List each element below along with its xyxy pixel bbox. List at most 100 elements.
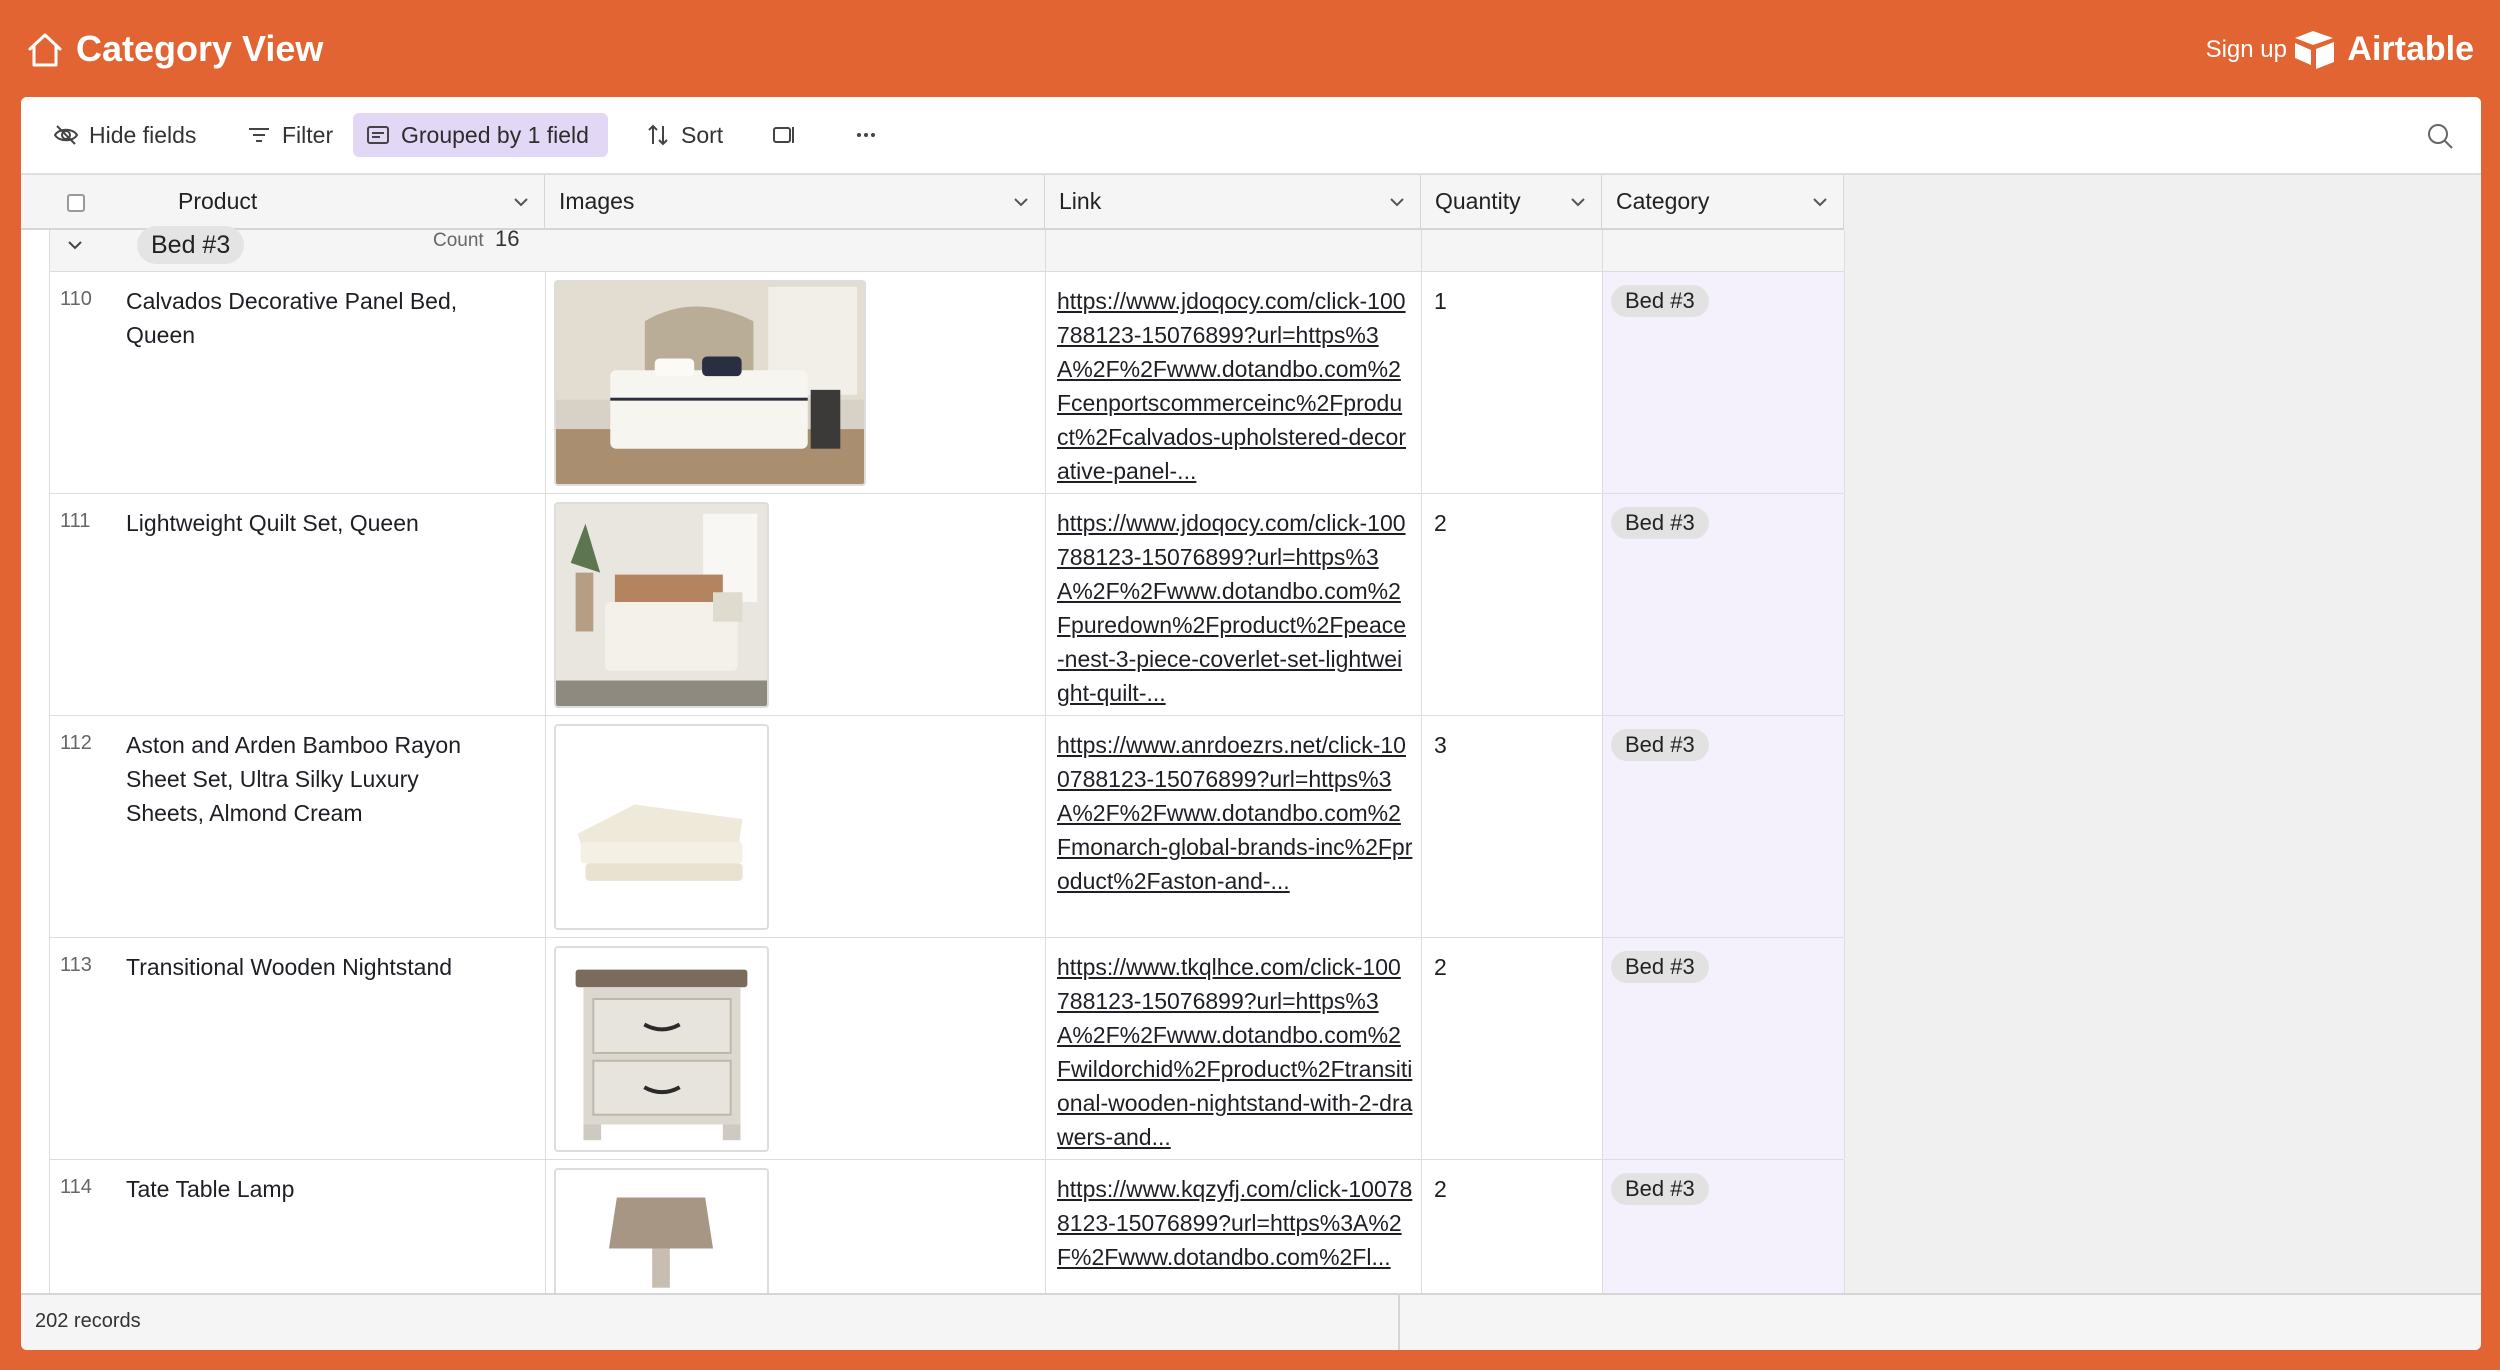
link-cell[interactable]: https://www.jdoqocy.com/click-100788123-… [1046,272,1422,493]
product-link[interactable]: https://www.anrdoezrs.net/click-10078812… [1057,728,1413,898]
view-toolbar: Hide fields Filter Grouped by 1 field So… [21,97,2481,175]
more-options-button[interactable] [841,113,891,157]
group-header[interactable]: Bed #3 Count 16 [49,226,1845,272]
table-row[interactable]: 111 Lightweight Quilt Set, Queen https:/… [49,494,1845,716]
product-image-quilt[interactable] [554,502,769,708]
link-cell[interactable]: https://www.tkqlhce.com/click-100788123-… [1046,938,1422,1159]
product-link[interactable]: https://www.tkqlhce.com/click-100788123-… [1057,950,1413,1154]
quantity-cell[interactable]: 1 [1422,272,1603,493]
group-label: Grouped by 1 field [401,121,589,148]
quantity-value: 2 [1434,954,1447,980]
page-title: Category View [76,28,324,69]
product-link[interactable]: https://www.jdoqocy.com/click-100788123-… [1057,284,1413,488]
quilt-bed-photo-icon [556,504,767,706]
search-icon[interactable] [2425,121,2455,151]
link-cell[interactable]: https://www.jdoqocy.com/click-100788123-… [1046,494,1422,715]
product-image-bed[interactable] [554,280,866,486]
column-header-link[interactable]: Link [1045,175,1421,228]
record-count: 202 records [35,1310,141,1332]
airtable-logo-icon [2295,31,2335,69]
column-header-quantity-label: Quantity [1435,188,1521,214]
sort-button[interactable]: Sort [633,113,735,157]
product-image-sheets[interactable] [554,724,769,930]
images-cell[interactable] [546,1160,1046,1293]
home-icon[interactable] [25,30,65,70]
category-badge: Bed #3 [1611,1173,1709,1205]
filter-icon [249,128,269,142]
airtable-logo[interactable]: Airtable [2293,26,2474,72]
sign-up-link[interactable]: Sign up [2206,34,2287,66]
grid-panel: Hide fields Filter Grouped by 1 field So… [21,97,2481,1350]
table-row[interactable]: 110 Calvados Decorative Panel Bed, Queen [49,272,1845,494]
link-cell[interactable]: https://www.anrdoezrs.net/click-10078812… [1046,716,1422,937]
column-header-product[interactable]: Product [164,175,545,228]
table-row[interactable]: 114 Tate Table Lamp https://www.kqzyfj.c… [49,1160,1845,1293]
row-number: 112 [60,732,92,754]
product-image-nightstand[interactable] [554,946,769,1152]
category-badge: Bed #3 [1611,507,1709,539]
filter-button[interactable]: Filter [234,113,345,157]
quantity-value: 3 [1434,732,1447,758]
chevron-down-icon[interactable] [1388,193,1406,211]
category-cell[interactable]: Bed #3 [1603,272,1845,493]
product-link[interactable]: https://www.kqzyfj.com/click-100788123-1… [1057,1172,1413,1274]
select-all-checkbox[interactable] [67,194,85,212]
column-header-images[interactable]: Images [545,175,1045,228]
quantity-cell[interactable]: 2 [1422,938,1603,1159]
column-header-category[interactable]: Category [1602,175,1844,228]
quantity-cell[interactable]: 2 [1422,494,1603,715]
row-number: 113 [60,954,92,976]
product-name: Tate Table Lamp [126,1176,295,1202]
grid: Product Images Link Quantity Category Be… [21,175,2481,1293]
product-link[interactable]: https://www.jdoqocy.com/click-100788123-… [1057,506,1413,710]
images-cell[interactable] [546,716,1046,937]
row-number: 114 [60,1176,92,1198]
group-button[interactable]: Grouped by 1 field [353,113,608,157]
group-list-icon [367,126,389,144]
images-cell[interactable] [546,494,1046,715]
row-number: 111 [60,510,91,532]
top-bar: Category View Sign up Airtable [0,0,2500,98]
quantity-value: 2 [1434,1176,1447,1202]
quantity-cell[interactable]: 2 [1422,1160,1603,1293]
brand-name: Airtable [2347,29,2474,68]
chevron-down-icon[interactable] [1012,193,1030,211]
category-badge: Bed #3 [1611,285,1709,317]
column-header-category-label: Category [1616,188,1710,214]
row-height-button[interactable] [759,113,809,157]
category-badge: Bed #3 [1611,729,1709,761]
product-cell[interactable]: 111 Lightweight Quilt Set, Queen [50,494,546,715]
row-number: 110 [60,288,92,310]
product-cell[interactable]: 114 Tate Table Lamp [50,1160,546,1293]
column-header-quantity[interactable]: Quantity [1421,175,1602,228]
product-image-lamp[interactable] [554,1168,769,1293]
table-row[interactable]: 112 Aston and Arden Bamboo Rayon Sheet S… [49,716,1845,938]
product-cell[interactable]: 112 Aston and Arden Bamboo Rayon Sheet S… [50,716,546,937]
column-header-row: Product Images Link Quantity Category [21,175,1844,230]
images-cell[interactable] [546,938,1046,1159]
grid-footer: 202 records [21,1293,2481,1350]
category-cell[interactable]: Bed #3 [1603,494,1845,715]
category-badge: Bed #3 [1611,951,1709,983]
group-name-badge: Bed #3 [137,226,245,264]
bed-photo-icon [556,282,864,484]
table-row[interactable]: 113 Transitional Wooden Nightstand https… [49,938,1845,1160]
chevron-down-icon[interactable] [1569,193,1587,211]
hide-fields-button[interactable]: Hide fields [41,113,208,157]
nightstand-photo-icon [556,948,767,1150]
chevron-down-icon[interactable] [512,193,530,211]
images-cell[interactable] [546,272,1046,493]
chevron-down-icon[interactable] [1811,193,1829,211]
divider [1844,230,1845,272]
collapse-chevron-icon[interactable] [64,234,86,256]
category-cell[interactable]: Bed #3 [1603,716,1845,937]
quantity-cell[interactable]: 3 [1422,716,1603,937]
category-cell[interactable]: Bed #3 [1603,1160,1845,1293]
product-cell[interactable]: 110 Calvados Decorative Panel Bed, Queen [50,272,546,493]
column-header-product-label: Product [178,188,258,214]
product-cell[interactable]: 113 Transitional Wooden Nightstand [50,938,546,1159]
eye-slash-icon [53,125,79,145]
link-cell[interactable]: https://www.kqzyfj.com/click-100788123-1… [1046,1160,1422,1293]
category-cell[interactable]: Bed #3 [1603,938,1845,1159]
quantity-value: 1 [1434,288,1447,314]
